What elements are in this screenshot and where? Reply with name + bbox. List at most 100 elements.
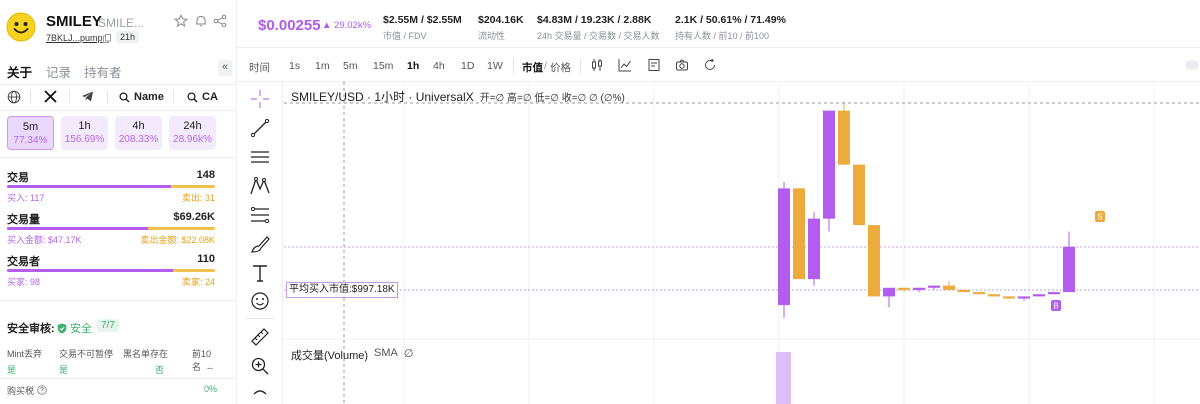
search-icon [187, 91, 198, 102]
search-ca-label: CA [202, 91, 218, 103]
smiley-logo-icon [6, 12, 36, 42]
toggle-market-cap[interactable]: 市值 [522, 60, 543, 75]
candle-body [928, 285, 940, 288]
tab-about[interactable]: 关于 [7, 62, 32, 81]
text-tool-icon[interactable] [249, 262, 271, 284]
candle-body [778, 188, 790, 306]
pattern-icon[interactable] [249, 175, 271, 197]
candle-body [898, 287, 910, 290]
globe-icon[interactable] [7, 90, 21, 104]
candles-group [778, 102, 1075, 318]
timeframe-1h[interactable]: 1h 156.69% [61, 116, 108, 150]
candlestick-type-icon[interactable] [590, 58, 604, 72]
interval-1m[interactable]: 1m [315, 60, 330, 72]
stat-label: 24h 交易量 / 交易数 / 交易人数 [537, 31, 660, 41]
indicators-icon[interactable] [618, 58, 632, 72]
search-ca-button[interactable]: CA [187, 88, 218, 106]
interval-4h[interactable]: 4h [433, 60, 445, 72]
stat-value: 110 [197, 253, 215, 265]
timeframe-4h[interactable]: 4h 208.33% [115, 116, 162, 150]
timeframe-change: 28.96k% [173, 134, 212, 145]
buy-sell-ratio-bar [7, 185, 215, 188]
interval-1h[interactable]: 1h [407, 60, 419, 72]
crosshair-icon[interactable] [249, 88, 271, 110]
audit-header: 前10名 [192, 349, 212, 372]
price-chart[interactable]: SB SMILEY/USD · 1小时 · UniversalX 开=∅ 高=∅… [284, 82, 1200, 404]
divider [580, 58, 581, 74]
tab-holders[interactable]: 持有者 [84, 62, 122, 81]
emoji-icon[interactable] [249, 290, 271, 312]
candle-body [958, 289, 970, 293]
brush-icon[interactable] [249, 233, 271, 255]
divider [513, 58, 514, 74]
audit-header: 交易不可暂停 [59, 349, 114, 359]
trend-line-icon[interactable] [249, 117, 271, 139]
interval-5m[interactable]: 5m [343, 60, 358, 72]
buy-sell-ratio-bar [7, 227, 215, 230]
audit-value: 是 [7, 365, 17, 375]
star-icon[interactable] [174, 14, 188, 28]
stat-sell-text: 卖出: 31 [181, 193, 215, 203]
timeframe-24h[interactable]: 24h 28.96k% [169, 116, 216, 150]
stat-sell-text: 卖家: 24 [181, 277, 215, 287]
x-twitter-icon[interactable] [44, 90, 57, 103]
audit-grid: Mint丢弃 交易不可暂停 黑名单存在 前10名 是 是 否 -- [7, 347, 217, 377]
audit-status-text: 安全 [70, 323, 92, 335]
stat-mcap-fdv: $2.55M / $2.55M 市值 / FDV [383, 14, 462, 42]
search-name-button[interactable]: Name [119, 88, 164, 106]
stat-buy-text: 买家: 98 [7, 277, 41, 287]
sell-marker-label: S [1097, 213, 1102, 222]
toolbar-scroll-handle[interactable] [1185, 60, 1199, 70]
stat-value: 2.1K / 50.61% / 71.49% [675, 14, 786, 26]
collapse-sidebar-button[interactable]: « [218, 60, 232, 76]
stat-traders: 交易者 110 买家: 98 卖家: 24 [7, 253, 215, 287]
security-audit: 安全审核: 安全 7/7 [7, 319, 217, 336]
candle-body [853, 164, 865, 226]
toggle-price[interactable]: 价格 [550, 60, 571, 75]
stat-value: $2.55M / $2.55M [383, 14, 462, 26]
candle-body [1033, 294, 1045, 297]
share-icon[interactable] [213, 14, 227, 28]
buy-ratio-fill [7, 227, 149, 230]
telegram-icon[interactable] [81, 90, 94, 103]
interval-1w[interactable]: 1W [487, 60, 503, 72]
notes-icon[interactable] [647, 58, 661, 72]
chart-toolbar: 时间 1s 1m 5m 15m 1h 4h 1D 1W 市值 / 价格 [237, 48, 1200, 82]
camera-icon[interactable] [675, 58, 689, 72]
fibonacci-icon[interactable] [249, 204, 271, 226]
audit-value: 是 [59, 365, 69, 375]
interval-1s[interactable]: 1s [289, 60, 300, 72]
interval-15m[interactable]: 15m [373, 60, 393, 72]
candle-body [1018, 296, 1030, 299]
candle-body [943, 285, 955, 290]
bell-icon[interactable] [194, 14, 208, 28]
copy-icon[interactable] [103, 34, 111, 43]
price-change: ▲ 29.02k% [322, 20, 372, 31]
divider [0, 300, 237, 301]
horizontal-lines-icon[interactable] [249, 146, 271, 168]
timeframe-change: 208.33% [118, 134, 159, 145]
divider [107, 90, 108, 104]
timeframe-label: 1h [78, 120, 91, 132]
divider [0, 157, 237, 158]
magnet-icon[interactable] [249, 388, 271, 404]
stat-value: 148 [196, 169, 215, 181]
ruler-icon[interactable] [249, 326, 271, 348]
audit-count-badge: 7/7 [97, 319, 119, 332]
buy-ratio-fill [7, 185, 172, 188]
stat-label: 流动性 [478, 31, 506, 41]
tab-records[interactable]: 记录 [46, 62, 71, 81]
token-address-link[interactable]: 7BKLJ...pump [46, 33, 103, 43]
candle-body [823, 110, 835, 219]
stat-holders: 2.1K / 50.61% / 71.49% 持有人数 / 前10 / 前100 [675, 14, 786, 42]
stat-transactions: 交易 148 买入: 117 卖出: 31 [7, 169, 215, 203]
timeframe-5m[interactable]: 5m 77.34% [7, 116, 54, 150]
drawing-toolbar [237, 82, 283, 404]
candle-body [1003, 296, 1015, 299]
interval-1d[interactable]: 1D [461, 60, 474, 72]
reset-icon[interactable] [703, 58, 717, 72]
chart-canvas[interactable]: SB [284, 82, 1200, 404]
help-icon[interactable] [36, 385, 47, 395]
zoom-in-icon[interactable] [249, 355, 271, 377]
timeframe-change: 156.69% [64, 134, 105, 145]
